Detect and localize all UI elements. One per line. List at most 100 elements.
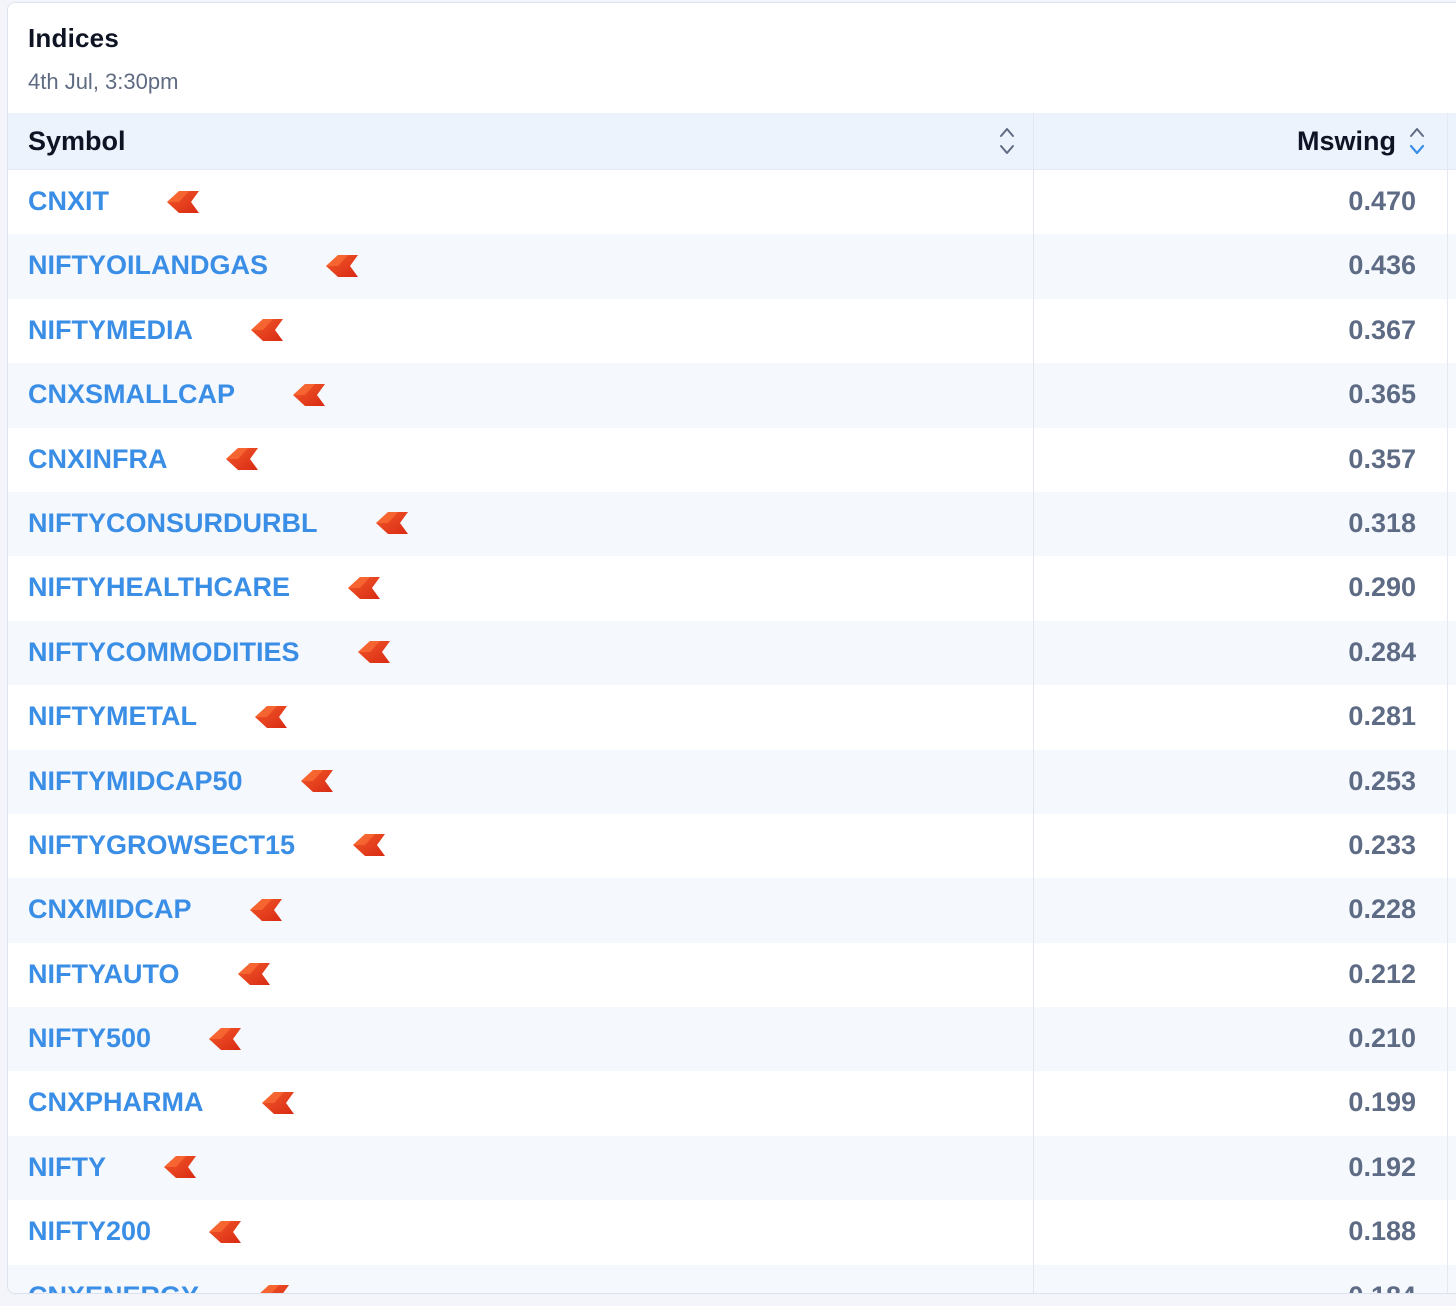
mswing-cell: 0.233 [1034, 814, 1416, 878]
mswing-value: 0.357 [1348, 443, 1416, 474]
table-row: NIFTYGROWSECT15 0.233 [8, 813, 1456, 879]
symbol-text[interactable]: CNXMIDCAP [28, 894, 192, 925]
symbol-text[interactable]: CNXINFRA [28, 444, 168, 475]
mswing-cell: 0.253 [1034, 750, 1416, 814]
table-row: CNXPHARMA 0.199 [8, 1071, 1456, 1136]
symbol-text[interactable]: NIFTYHEALTHCARE [28, 572, 290, 603]
symbol-link[interactable]: NIFTYOILANDGAS [28, 250, 360, 281]
mswing-cell: 0.284 [1034, 621, 1416, 685]
indices-card: Indices 4th Jul, 3:30pm Symbol Mswing CN… [7, 2, 1456, 1294]
symbol-cell: NIFTY500 [8, 1007, 1034, 1072]
table-row: NIFTY200 0.188 [8, 1200, 1456, 1265]
symbol-link[interactable]: NIFTYAUTO [28, 959, 272, 990]
table-row: CNXMIDCAP 0.228 [8, 878, 1456, 943]
symbol-link[interactable]: CNXPHARMA [28, 1087, 296, 1118]
symbol-link[interactable]: CNXENERGY [28, 1281, 291, 1293]
mswing-value: 0.290 [1348, 572, 1416, 603]
symbol-cell: NIFTY [8, 1135, 1034, 1201]
symbol-text[interactable]: NIFTYCONSURDURBL [28, 508, 318, 539]
sort-updown-icon[interactable] [998, 124, 1016, 158]
symbol-text[interactable]: CNXPHARMA [28, 1087, 204, 1118]
symbol-link[interactable]: NIFTY [28, 1152, 198, 1183]
mswing-cell: 0.367 [1034, 299, 1416, 363]
symbol-link[interactable]: NIFTYHEALTHCARE [28, 572, 382, 603]
mswing-value: 0.318 [1348, 507, 1416, 538]
symbol-link[interactable]: NIFTYMIDCAP50 [28, 766, 335, 797]
symbol-text[interactable]: NIFTYAUTO [28, 959, 180, 990]
table-row: NIFTYMIDCAP50 0.253 [8, 749, 1456, 814]
symbol-cell: NIFTYCONSURDURBL [8, 491, 1034, 557]
mswing-value: 0.253 [1348, 765, 1416, 796]
symbol-cell: NIFTYMETAL [8, 685, 1034, 750]
table-row: CNXIT 0.470 [8, 170, 1456, 235]
symbol-text[interactable]: NIFTY [28, 1152, 106, 1183]
mswing-value: 0.184 [1348, 1281, 1416, 1293]
symbol-text[interactable]: NIFTY200 [28, 1216, 151, 1247]
table-row: NIFTYMETAL 0.281 [8, 685, 1456, 750]
mswing-value: 0.284 [1348, 636, 1416, 667]
table-row: NIFTYMEDIA 0.367 [8, 298, 1456, 364]
column-header-label: Mswing [1297, 126, 1396, 156]
symbol-cell: NIFTY200 [8, 1200, 1034, 1265]
red-left-chevron-arrow-icon [353, 834, 386, 857]
red-left-chevron-arrow-icon [167, 190, 199, 213]
symbol-cell: CNXSMALLCAP [8, 363, 1034, 428]
symbol-link[interactable]: CNXINFRA [28, 444, 260, 475]
symbol-link[interactable]: NIFTYMEDIA [28, 315, 285, 346]
symbol-text[interactable]: NIFTYMEDIA [28, 315, 193, 346]
symbol-text[interactable]: NIFTYOILANDGAS [28, 250, 268, 281]
symbol-link[interactable]: NIFTYCOMMODITIES [28, 637, 392, 668]
symbol-text[interactable]: NIFTYCOMMODITIES [28, 637, 300, 668]
mswing-cell: 0.436 [1034, 234, 1416, 298]
red-left-chevron-arrow-icon [251, 319, 283, 342]
red-left-chevron-arrow-icon [209, 1220, 242, 1243]
symbol-link[interactable]: CNXSMALLCAP [28, 379, 327, 410]
symbol-link[interactable]: CNXIT [28, 186, 201, 217]
symbol-cell: CNXENERGY [8, 1264, 1034, 1293]
mswing-cell: 0.188 [1034, 1200, 1416, 1264]
table-row: NIFTYAUTO 0.212 [8, 942, 1456, 1008]
symbol-cell: CNXIT [8, 170, 1034, 235]
red-left-chevron-arrow-icon [300, 770, 333, 793]
symbol-cell: CNXMIDCAP [8, 878, 1034, 943]
symbol-link[interactable]: NIFTYCONSURDURBL [28, 508, 410, 539]
mswing-value: 0.188 [1348, 1216, 1416, 1247]
red-left-chevron-arrow-icon [293, 383, 325, 406]
indices-table: Symbol Mswing CNXIT 0.470 NIFTYOILANDGAS… [8, 113, 1456, 1293]
table-row: CNXENERGY 0.184 [8, 1264, 1456, 1293]
table-row: NIFTYCONSURDURBL 0.318 [8, 491, 1456, 557]
mswing-value: 0.281 [1348, 701, 1416, 732]
sort-updown-active-icon[interactable] [1408, 124, 1426, 158]
mswing-value: 0.436 [1348, 250, 1416, 281]
red-left-chevron-arrow-icon [375, 512, 408, 535]
red-left-chevron-arrow-icon [249, 898, 282, 921]
mswing-value: 0.365 [1348, 379, 1416, 410]
symbol-cell: NIFTYCOMMODITIES [8, 620, 1034, 686]
symbol-text[interactable]: CNXENERGY [28, 1281, 199, 1293]
symbol-text[interactable]: CNXSMALLCAP [28, 379, 235, 410]
symbol-link[interactable]: NIFTY500 [28, 1023, 243, 1054]
mswing-cell: 0.365 [1034, 363, 1416, 427]
symbol-link[interactable]: CNXMIDCAP [28, 894, 284, 925]
mswing-cell: 0.357 [1034, 428, 1416, 492]
symbol-link[interactable]: NIFTYGROWSECT15 [28, 830, 387, 861]
symbol-text[interactable]: NIFTYMETAL [28, 701, 197, 732]
symbol-cell: NIFTYMEDIA [8, 298, 1034, 364]
mswing-value: 0.199 [1348, 1087, 1416, 1118]
mswing-value: 0.367 [1348, 314, 1416, 345]
mswing-cell: 0.199 [1034, 1071, 1416, 1135]
mswing-cell: 0.290 [1034, 556, 1416, 620]
mswing-value: 0.192 [1348, 1151, 1416, 1182]
symbol-text[interactable]: NIFTY500 [28, 1023, 151, 1054]
mswing-cell: 0.228 [1034, 878, 1416, 942]
symbol-text[interactable]: NIFTYGROWSECT15 [28, 830, 295, 861]
scroll-track [1447, 113, 1448, 1293]
column-header-mswing[interactable]: Mswing [1034, 113, 1434, 169]
symbol-cell: NIFTYAUTO [8, 942, 1034, 1008]
symbol-text[interactable]: CNXIT [28, 186, 109, 217]
column-header-symbol[interactable]: Symbol [8, 113, 1034, 169]
symbol-link[interactable]: NIFTY200 [28, 1216, 243, 1247]
mswing-cell: 0.318 [1034, 492, 1416, 556]
symbol-link[interactable]: NIFTYMETAL [28, 701, 289, 732]
symbol-text[interactable]: NIFTYMIDCAP50 [28, 766, 243, 797]
